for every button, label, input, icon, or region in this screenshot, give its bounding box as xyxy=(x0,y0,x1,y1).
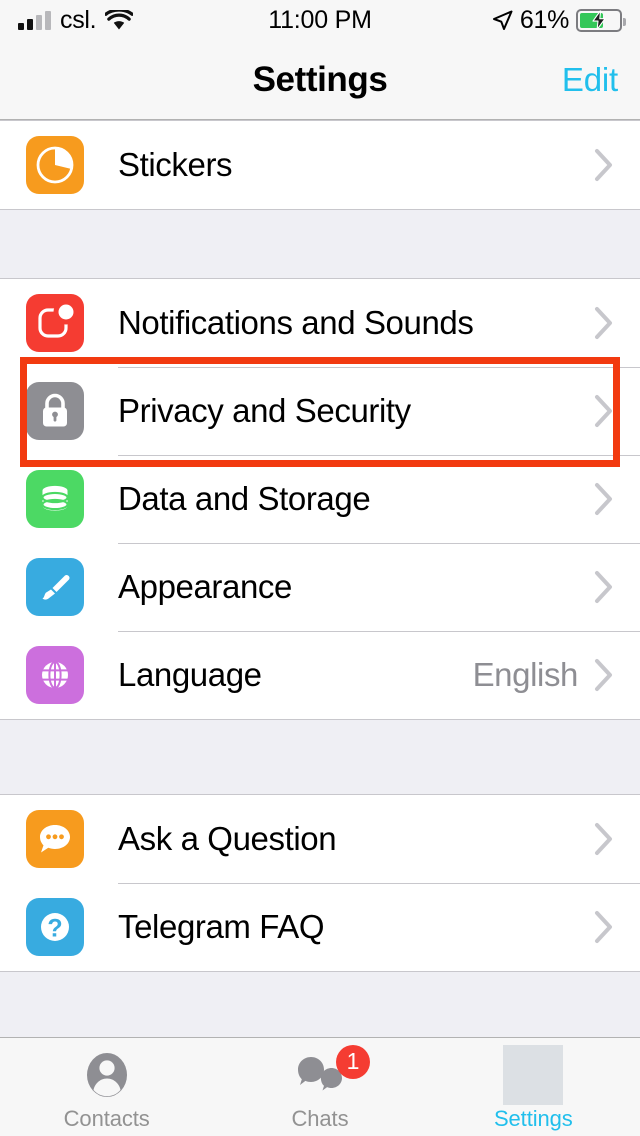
settings-row-label: Ask a Question xyxy=(118,820,337,857)
settings-row-label: Language xyxy=(118,656,262,693)
status-bar-right: 61% xyxy=(492,5,626,35)
settings-row-label: Privacy and Security xyxy=(118,392,411,429)
chevron-right-icon xyxy=(595,823,612,855)
settings-row-appearance[interactable]: Appearance xyxy=(0,543,640,631)
page-title: Settings xyxy=(252,59,388,99)
chevron-right-icon xyxy=(595,149,612,181)
tab-label: Chats xyxy=(291,1105,349,1131)
settings-row-label: Stickers xyxy=(118,146,233,183)
tab-label: Settings xyxy=(493,1105,573,1131)
tab-bar: Contacts 1 Chats Settings xyxy=(0,1037,640,1136)
app-screen: csl. 11:00 PM 61% Settings Edit Stickers… xyxy=(0,0,640,1136)
settings-row-stickers[interactable]: Stickers xyxy=(0,121,640,209)
carrier-name: csl. xyxy=(60,5,97,34)
tab-settings[interactable]: Settings xyxy=(427,1038,640,1136)
chevron-right-icon xyxy=(595,571,612,603)
settings-icon xyxy=(503,1044,564,1105)
tab-chats[interactable]: 1 Chats xyxy=(213,1038,426,1136)
tab-label: Contacts xyxy=(63,1105,150,1131)
section-gap xyxy=(0,210,640,278)
chat-bubble-icon xyxy=(26,810,84,868)
cellular-signal-icon xyxy=(18,10,51,30)
chevron-right-icon xyxy=(595,483,612,515)
settings-row-label: Data and Storage xyxy=(118,480,371,517)
settings-row-language[interactable]: Language English xyxy=(0,631,640,719)
settings-row-privacy-and-security[interactable]: Privacy and Security xyxy=(0,367,640,455)
status-bar: csl. 11:00 PM 61% xyxy=(0,0,640,40)
settings-row-value: English xyxy=(472,656,579,693)
chevron-right-icon xyxy=(595,911,612,943)
question-mark-icon: ? xyxy=(26,898,84,956)
battery-charging-icon xyxy=(576,8,626,32)
tab-contacts[interactable]: Contacts xyxy=(0,1038,213,1136)
location-arrow-icon xyxy=(492,10,513,30)
settings-row-label: Telegram FAQ xyxy=(118,908,325,945)
svg-text:?: ? xyxy=(47,915,62,943)
settings-list[interactable]: Stickers Notifications and Sounds Privac… xyxy=(0,120,640,1037)
settings-row-notifications-and-sounds[interactable]: Notifications and Sounds xyxy=(0,279,640,367)
charging-bolt-icon xyxy=(592,10,606,30)
chats-icon: 1 xyxy=(292,1044,370,1103)
notifications-icon xyxy=(26,294,84,352)
settings-row-ask-a-question[interactable]: Ask a Question xyxy=(0,795,640,883)
settings-icon-placeholder xyxy=(503,1044,564,1105)
edit-button[interactable]: Edit xyxy=(562,61,618,99)
settings-row-label: Appearance xyxy=(118,568,292,605)
settings-group-help: Ask a Question ? Telegram FAQ xyxy=(0,794,640,972)
settings-row-label: Notifications and Sounds xyxy=(118,304,474,341)
status-bar-left: csl. xyxy=(18,5,134,34)
settings-group-preferences: Notifications and Sounds Privacy and Sec… xyxy=(0,278,640,720)
stickers-icon xyxy=(26,136,84,194)
chats-unread-badge: 1 xyxy=(335,1044,370,1079)
person-icon xyxy=(80,1047,134,1103)
paintbrush-icon xyxy=(26,558,84,616)
globe-icon xyxy=(26,646,84,704)
chevron-right-icon xyxy=(595,659,612,691)
wifi-icon xyxy=(105,9,134,29)
battery-percent: 61% xyxy=(519,5,569,34)
settings-row-telegram-faq[interactable]: ? Telegram FAQ xyxy=(0,883,640,971)
settings-row-data-and-storage[interactable]: Data and Storage xyxy=(0,455,640,543)
chevron-right-icon xyxy=(595,307,612,339)
lock-icon xyxy=(26,382,84,440)
settings-group-stickers: Stickers xyxy=(0,120,640,210)
section-gap xyxy=(0,720,640,794)
database-icon xyxy=(26,470,84,528)
navigation-bar: Settings Edit xyxy=(0,40,640,120)
chevron-right-icon xyxy=(595,395,612,427)
